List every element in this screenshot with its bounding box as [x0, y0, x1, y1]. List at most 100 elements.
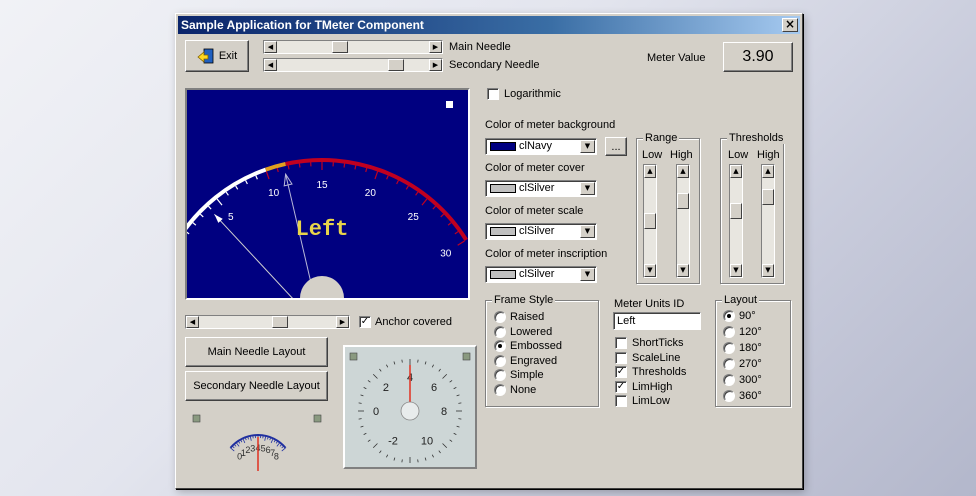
frame-style-radio[interactable]: [494, 383, 506, 396]
scroll-thumb[interactable]: [272, 316, 288, 328]
small-meter-tick: [281, 447, 286, 452]
frame-style-radio[interactable]: [494, 325, 506, 338]
frame-style-radio[interactable]: [494, 311, 506, 323]
units-option-checkbox[interactable]: [615, 351, 627, 364]
scale-color-select[interactable]: clSilver ▼: [485, 223, 597, 240]
scroll-thumb[interactable]: [677, 193, 689, 209]
scroll-left-arrow-icon[interactable]: ◀: [264, 59, 277, 71]
round-meter-tick: [453, 432, 457, 435]
scroll-thumb[interactable]: [762, 189, 774, 205]
units-option-checkbox[interactable]: ✓: [615, 366, 627, 378]
secondary-needle-layout-button[interactable]: Secondary Needle Layout: [185, 371, 328, 401]
logarithmic-label: Logarithmic: [504, 88, 561, 100]
scroll-up-arrow-icon[interactable]: ▲: [730, 165, 742, 178]
range-high-scrollbar[interactable]: ▲ ▼: [676, 164, 690, 278]
layout-radio[interactable]: [723, 374, 735, 386]
main-needle-layout-button[interactable]: Main Needle Layout: [185, 337, 328, 367]
frame-style-radio[interactable]: [494, 354, 506, 367]
cover-color-select[interactable]: clSilver ▼: [485, 180, 597, 197]
scale-major-tick: [374, 171, 379, 180]
anchor-covered-checkbox[interactable]: ✓: [359, 316, 371, 328]
layout-option-label: 360°: [739, 390, 762, 402]
background-color-label: Color of meter background: [485, 119, 616, 131]
scroll-up-arrow-icon[interactable]: ▲: [677, 165, 689, 178]
frame-style-title: Frame Style: [492, 294, 556, 306]
dropdown-arrow-icon[interactable]: ▼: [580, 182, 595, 195]
scroll-thumb[interactable]: [730, 203, 742, 219]
round-meter-tick: [424, 361, 427, 365]
scroll-down-arrow-icon[interactable]: ▼: [762, 264, 774, 277]
scroll-thumb[interactable]: [332, 41, 348, 53]
scroll-left-arrow-icon[interactable]: ◀: [186, 316, 199, 328]
scroll-down-arrow-icon[interactable]: ▼: [644, 264, 656, 277]
round-meter-corner: [462, 352, 471, 361]
scroll-right-arrow-icon[interactable]: ▶: [429, 59, 442, 71]
range-low-label: Low: [642, 149, 663, 161]
meter-caption: Left: [296, 217, 349, 242]
layout-radio[interactable]: [723, 310, 735, 322]
scale-label: 20: [365, 188, 377, 199]
round-meter-label: 10: [421, 435, 433, 447]
scroll-down-arrow-icon[interactable]: ▼: [677, 264, 689, 277]
units-option-label: LimHigh: [632, 380, 673, 393]
inscription-color-select[interactable]: clSilver ▼: [485, 266, 597, 283]
scroll-thumb[interactable]: [644, 213, 656, 229]
layout-radio[interactable]: [723, 358, 735, 370]
layout-option-label: 90°: [739, 310, 756, 322]
dropdown-arrow-icon[interactable]: ▼: [580, 225, 595, 238]
thresholds-low-scrollbar[interactable]: ▲ ▼: [729, 164, 743, 278]
scroll-up-arrow-icon[interactable]: ▲: [644, 165, 656, 178]
thresholds-high-scrollbar[interactable]: ▲ ▼: [761, 164, 775, 278]
small-meter-corner: [313, 414, 322, 423]
frame-style-radio[interactable]: [494, 369, 506, 381]
units-option-checkbox[interactable]: [615, 337, 627, 349]
units-option-checkbox[interactable]: [615, 395, 627, 407]
logarithmic-checkbox[interactable]: [487, 88, 499, 100]
round-meter-tick: [456, 425, 460, 428]
round-meter-tick: [379, 368, 382, 372]
needle-anchor-cover: [300, 276, 344, 298]
exit-button[interactable]: Exit: [185, 40, 249, 72]
background-color-select[interactable]: clNavy ▼: [485, 138, 597, 155]
cover-color-swatch: [490, 184, 516, 193]
scroll-right-arrow-icon[interactable]: ▶: [336, 316, 349, 328]
scroll-left-arrow-icon[interactable]: ◀: [264, 41, 277, 53]
scroll-right-arrow-icon[interactable]: ▶: [429, 41, 442, 53]
round-meter-tick: [424, 457, 427, 461]
scroll-thumb[interactable]: [388, 59, 404, 71]
round-meter-tick: [393, 457, 396, 461]
meter-position-scrollbar[interactable]: ◀ ▶: [185, 315, 350, 329]
frame-style-option-label: Lowered: [510, 325, 553, 338]
main-needle-scrollbar[interactable]: ◀ ▶: [263, 40, 443, 54]
dropdown-arrow-icon[interactable]: ▼: [580, 268, 595, 281]
meter-units-input[interactable]: Left: [613, 312, 701, 330]
scroll-up-arrow-icon[interactable]: ▲: [762, 165, 774, 178]
scale-minor-tick: [235, 185, 239, 190]
round-meter-tick: [363, 387, 367, 390]
layout-radio[interactable]: [723, 326, 735, 338]
scroll-down-arrow-icon[interactable]: ▼: [730, 264, 742, 277]
title-bar[interactable]: Sample Application for TMeter Component …: [178, 16, 800, 34]
range-low-scrollbar[interactable]: ▲ ▼: [643, 164, 657, 278]
scale-minor-tick: [354, 165, 357, 170]
round-meter-tick: [442, 373, 448, 379]
main-window: Sample Application for TMeter Component …: [175, 13, 803, 489]
small-meter-label: 8: [274, 452, 279, 462]
units-option-checkbox[interactable]: ✓: [615, 380, 627, 393]
inscription-color-label: Color of meter inscription: [485, 248, 608, 260]
scale-major-tick: [421, 198, 428, 206]
round-meter-tick: [393, 361, 396, 365]
layout-radio[interactable]: [723, 390, 735, 402]
scale-minor-tick: [192, 222, 197, 226]
small-meter-svg: 012345678: [192, 414, 322, 471]
scale-minor-tick: [185, 231, 190, 235]
round-meter-tick: [449, 439, 453, 442]
color-picker-button[interactable]: ...: [605, 137, 627, 156]
scale-minor-tick: [343, 163, 346, 168]
background-color-swatch: [490, 142, 516, 151]
layout-radio[interactable]: [723, 342, 735, 354]
close-button[interactable]: ×: [782, 18, 798, 32]
frame-style-radio[interactable]: [494, 340, 506, 352]
secondary-needle-scrollbar[interactable]: ◀ ▶: [263, 58, 443, 72]
dropdown-arrow-icon[interactable]: ▼: [580, 140, 595, 153]
